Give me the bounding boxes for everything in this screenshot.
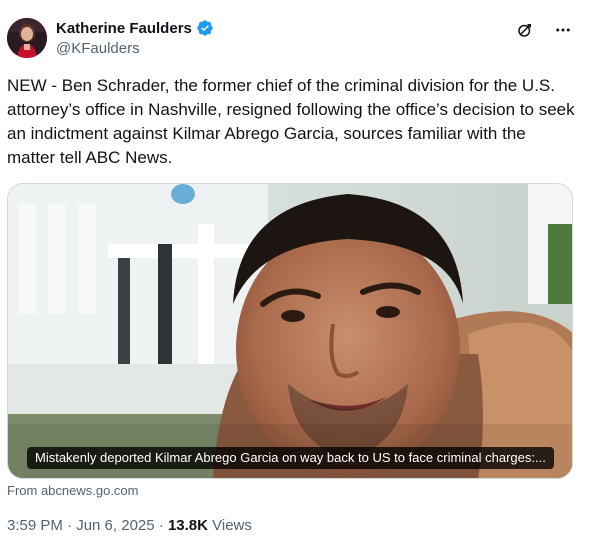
card-caption: Mistakenly deported Kilmar Abrego Garcia… <box>27 447 554 469</box>
card-source-link[interactable]: From abcnews.go.com <box>7 483 139 498</box>
views-count: 13.8K <box>167 517 208 534</box>
tweet-top-actions <box>515 20 573 40</box>
author-handle[interactable]: @KFaulders <box>56 40 140 57</box>
timestamp[interactable]: 3:59 PM · Jun 6, 2025 <box>7 517 155 534</box>
tweet-meta: 3:59 PM · Jun 6, 2025 · 13.8K Views <box>7 517 252 534</box>
meta-separator: · <box>154 517 168 534</box>
avatar-image <box>7 18 47 58</box>
card-image <box>8 184 572 478</box>
author-display-name[interactable]: Katherine Faulders <box>56 20 192 37</box>
tweet-text: NEW - Ben Schrader, the former chief of … <box>7 76 575 167</box>
more-icon[interactable] <box>553 20 573 40</box>
tweet: Katherine Faulders @KFaulders NEW - Ben … <box>0 0 593 547</box>
grok-icon[interactable] <box>515 20 535 40</box>
author-name-row: Katherine Faulders <box>56 19 214 37</box>
avatar[interactable] <box>7 18 47 58</box>
link-card[interactable]: Mistakenly deported Kilmar Abrego Garcia… <box>7 183 573 479</box>
views-label: Views <box>207 517 252 534</box>
verified-badge-icon <box>196 19 214 37</box>
